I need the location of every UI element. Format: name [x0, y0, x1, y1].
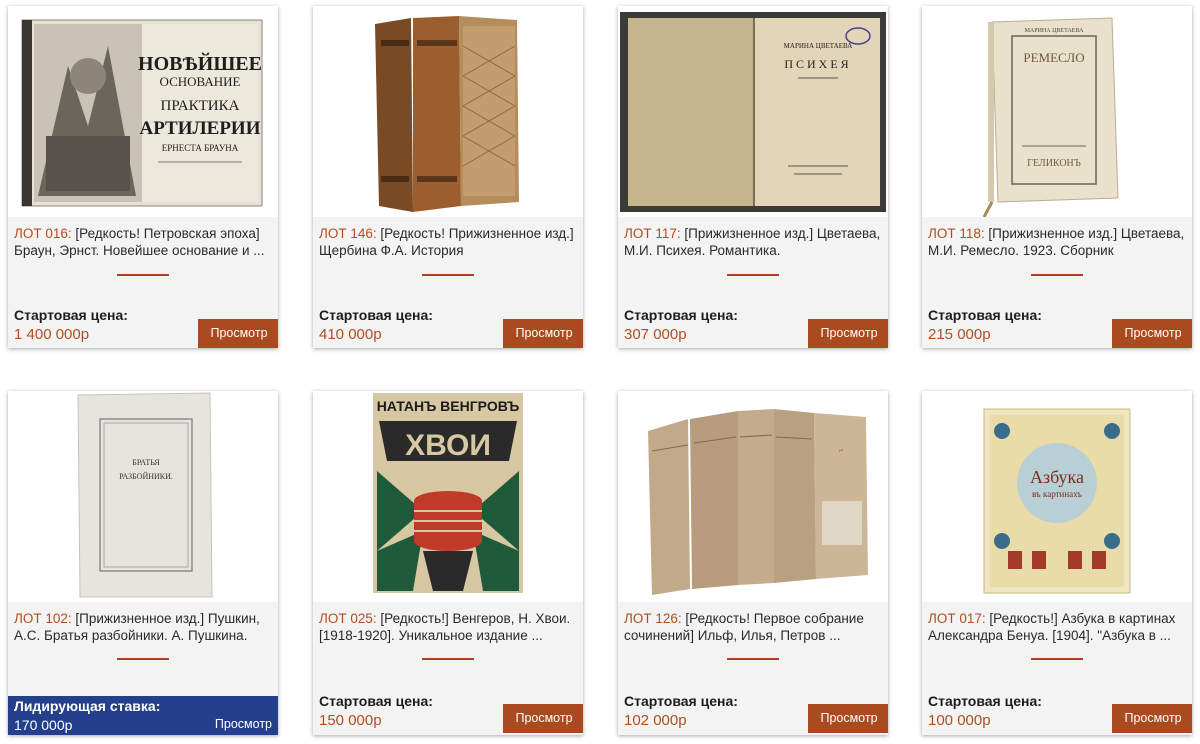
start-price: 307 000р	[624, 326, 687, 343]
start-price: 102 000р	[624, 712, 687, 729]
lot-title[interactable]: ЛОТ 126: [Редкость! Первое собрание сочи…	[624, 610, 884, 644]
book-image[interactable]: МАРИНА ЦВЕТАЕВА РЕМЕСЛО ГЕЛИКОНЪ	[922, 6, 1192, 217]
lot-title[interactable]: ЛОТ 017: [Редкость!] Азбука в картинах А…	[928, 610, 1188, 644]
book-image[interactable]: НАТАНЪ ВЕНГРОВЪ ХВОИ	[313, 391, 583, 602]
cover-title-line2: ОСНОВАНИЕ	[160, 74, 241, 89]
start-price-label: Стартовая цена:	[14, 307, 128, 323]
lot-number: ЛОТ 126:	[624, 611, 682, 626]
start-price: 215 000р	[928, 326, 991, 343]
lot-title[interactable]: ЛОТ 118: [Прижизненное изд.] Цветаева, М…	[928, 225, 1188, 259]
lot-card[interactable]: ЛОТ 146: [Редкость! Прижизненное изд.] Щ…	[313, 6, 583, 348]
divider	[1031, 658, 1083, 660]
cover-author: МАРИНА ЦВЕТАЕВА	[784, 42, 853, 50]
cover-title-line5: ЕРНЕСТА БРАУНА	[162, 143, 239, 153]
start-price-label: Стартовая цена:	[928, 693, 1042, 709]
cover-title: РЕМЕСЛО	[1023, 50, 1084, 65]
divider	[422, 274, 474, 276]
lot-title[interactable]: ЛОТ 016: [Редкость! Петровская эпоха] Бр…	[14, 225, 274, 259]
view-button[interactable]: Просмотр	[1112, 704, 1192, 733]
book-image[interactable]: ~	[618, 391, 888, 602]
start-price: 1 400 000р	[14, 326, 90, 343]
lot-card[interactable]: ~ ЛОТ 126: [Редкость! Первое собрание со…	[618, 391, 888, 735]
cover-title: ХВОИ	[405, 429, 491, 462]
view-button[interactable]: Просмотр	[215, 717, 272, 731]
lot-number: ЛОТ 016:	[14, 226, 72, 241]
lot-card[interactable]: БРАТЬЯ РАЗБОЙНИКИ. ЛОТ 102: [Прижизненно…	[8, 391, 278, 735]
lot-number: ЛОТ 117:	[624, 226, 681, 241]
lot-card[interactable]: Азбука въ картинахъ ЛОТ 017: [Редкость!]…	[922, 391, 1192, 735]
lot-card[interactable]: НАТАНЪ ВЕНГРОВЪ ХВОИ ЛОТ 025: [Редкость!…	[313, 391, 583, 735]
lot-card[interactable]: МАРИНА ЦВЕТАЕВА ПСИХЕЯ ЛОТ 117: [Прижизн…	[618, 6, 888, 348]
view-button[interactable]: Просмотр	[1112, 319, 1192, 348]
cover-title: Азбука	[1030, 467, 1084, 487]
lot-card[interactable]: НОВѢЙШЕЕ ОСНОВАНИЕ ПРАКТИКА АРТИЛЕРИИ ЕР…	[8, 6, 278, 348]
lot-number: ЛОТ 025:	[319, 611, 377, 626]
view-button[interactable]: Просмотр	[503, 319, 583, 348]
lot-number: ЛОТ 118:	[928, 226, 985, 241]
book-image[interactable]	[313, 6, 583, 217]
view-button[interactable]: Просмотр	[198, 319, 278, 348]
start-price-label: Стартовая цена:	[319, 693, 433, 709]
view-button[interactable]: Просмотр	[503, 704, 583, 733]
start-price-label: Стартовая цена:	[319, 307, 433, 323]
start-price: 150 000р	[319, 712, 382, 729]
cover-title: ПСИХЕЯ	[784, 57, 851, 71]
lot-title[interactable]: ЛОТ 102: [Прижизненное изд.] Пушкин, А.С…	[14, 610, 274, 644]
cover-author: МАРИНА ЦВЕТАЕВА	[1025, 28, 1084, 34]
book-image[interactable]: НОВѢЙШЕЕ ОСНОВАНИЕ ПРАКТИКА АРТИЛЕРИИ ЕР…	[8, 6, 278, 217]
cover-publisher: ГЕЛИКОНЪ	[1027, 158, 1081, 169]
divider	[727, 658, 779, 660]
cover-title-line1: БРАТЬЯ	[132, 458, 160, 467]
start-price: 100 000р	[928, 712, 991, 729]
leading-bid-bar: Лидирующая ставка: 170 000р Просмотр	[8, 696, 278, 735]
book-image[interactable]: БРАТЬЯ РАЗБОЙНИКИ.	[8, 391, 278, 602]
lot-title[interactable]: ЛОТ 146: [Редкость! Прижизненное изд.] Щ…	[319, 225, 579, 259]
lot-number: ЛОТ 146:	[319, 226, 377, 241]
divider	[117, 274, 169, 276]
divider	[117, 658, 169, 660]
book-image[interactable]: Азбука въ картинахъ	[922, 391, 1192, 602]
lot-title[interactable]: ЛОТ 025: [Редкость!] Венгеров, Н. Хвои. …	[319, 610, 579, 644]
cover-title-line1: НОВѢЙШЕЕ	[138, 52, 262, 75]
cover-subtitle: въ картинахъ	[1032, 489, 1082, 499]
divider	[422, 658, 474, 660]
view-button[interactable]: Просмотр	[808, 319, 888, 348]
view-button[interactable]: Просмотр	[808, 704, 888, 733]
divider	[727, 274, 779, 276]
lot-card[interactable]: МАРИНА ЦВЕТАЕВА РЕМЕСЛО ГЕЛИКОНЪ ЛОТ 118…	[922, 6, 1192, 348]
leading-bid-price: 170 000р	[14, 717, 73, 733]
cover-title-line2: РАЗБОЙНИКИ.	[119, 472, 173, 481]
leading-bid-label: Лидирующая ставка:	[14, 698, 161, 714]
start-price-label: Стартовая цена:	[624, 307, 738, 323]
divider	[1031, 274, 1083, 276]
book-image[interactable]: МАРИНА ЦВЕТАЕВА ПСИХЕЯ	[618, 6, 888, 217]
cover-author: НАТАНЪ ВЕНГРОВЪ	[377, 398, 520, 414]
lot-number: ЛОТ 017:	[928, 611, 986, 626]
start-price: 410 000р	[319, 326, 382, 343]
lot-number: ЛОТ 102:	[14, 611, 72, 626]
lot-title[interactable]: ЛОТ 117: [Прижизненное изд.] Цветаева, М…	[624, 225, 884, 259]
cover-title-line4: АРТИЛЕРИИ	[139, 118, 260, 139]
start-price-label: Стартовая цена:	[624, 693, 738, 709]
cover-title-line3: ПРАКТИКА	[161, 98, 240, 114]
start-price-label: Стартовая цена:	[928, 307, 1042, 323]
